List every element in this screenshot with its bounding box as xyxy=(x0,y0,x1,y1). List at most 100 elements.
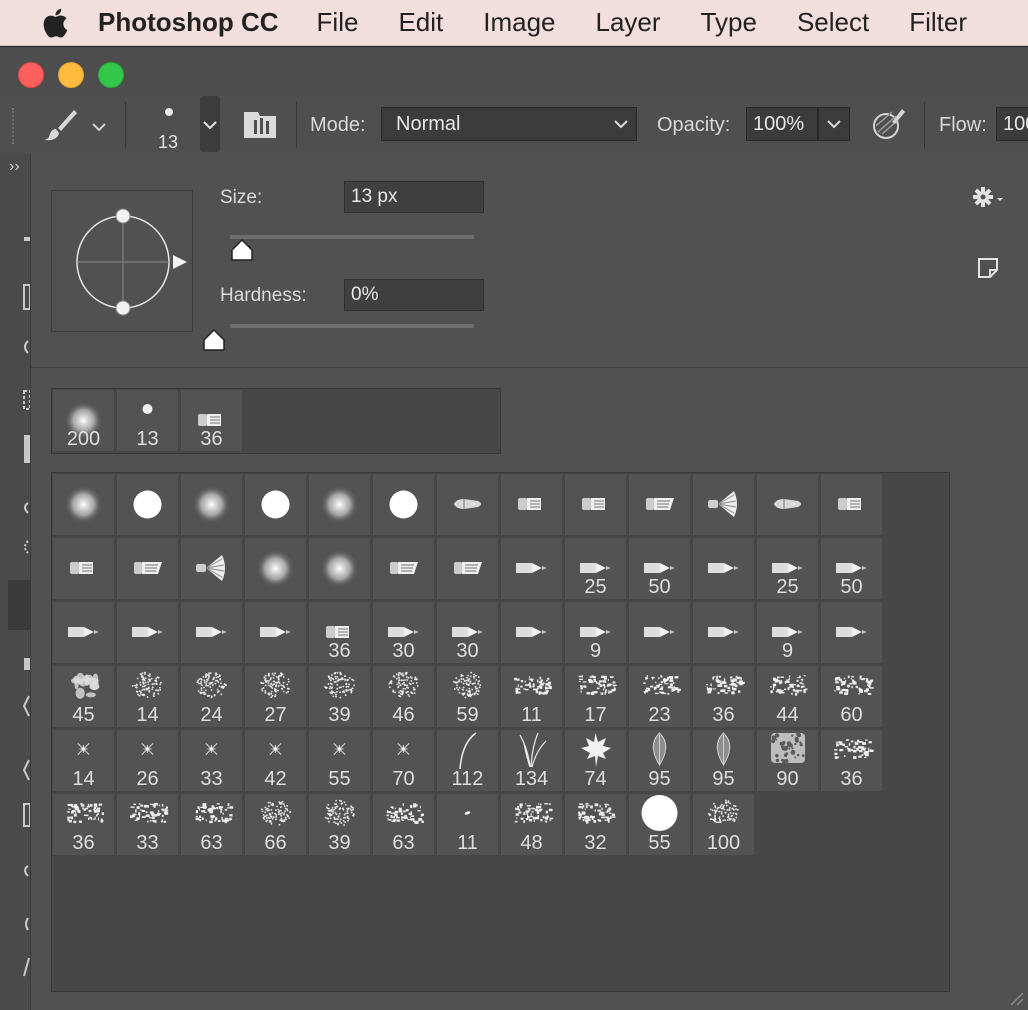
brush-preset[interactable] xyxy=(180,537,243,600)
brush-panel-toggle-icon[interactable] xyxy=(242,108,278,140)
brush-preset[interactable]: 30 xyxy=(372,601,435,664)
recent-brush-preset[interactable]: 200 xyxy=(52,389,115,452)
brush-preset[interactable]: 59 xyxy=(436,665,499,728)
brush-preset[interactable]: 39 xyxy=(308,665,371,728)
chevron-down-icon[interactable] xyxy=(92,122,106,132)
brush-tool-icon[interactable] xyxy=(42,108,78,142)
brush-preset[interactable] xyxy=(692,473,755,536)
brush-preset[interactable]: 50 xyxy=(820,537,883,600)
recent-brush-preset[interactable]: 13 xyxy=(116,389,179,452)
brush-preset[interactable]: 30 xyxy=(436,601,499,664)
brush-preset[interactable] xyxy=(116,601,179,664)
brush-preset[interactable]: 50 xyxy=(628,537,691,600)
brush-preset[interactable] xyxy=(500,537,563,600)
brush-preset[interactable] xyxy=(52,601,115,664)
menu-filter[interactable]: Filter xyxy=(909,7,967,38)
resize-grip-icon[interactable] xyxy=(1006,988,1024,1006)
menu-select[interactable]: Select xyxy=(797,7,869,38)
brush-angle-roundness-preview[interactable] xyxy=(51,190,193,332)
brush-preset[interactable]: 100 xyxy=(692,793,755,856)
menu-file[interactable]: File xyxy=(317,7,359,38)
brush-preset[interactable]: 42 xyxy=(244,729,307,792)
brush-preset[interactable]: 55 xyxy=(308,729,371,792)
new-preset-icon[interactable] xyxy=(977,257,999,279)
brush-preset[interactable] xyxy=(52,537,115,600)
menu-image[interactable]: Image xyxy=(483,7,555,38)
brush-preset[interactable] xyxy=(820,601,883,664)
brush-preset[interactable] xyxy=(628,601,691,664)
brush-preset[interactable]: 45 xyxy=(52,665,115,728)
size-slider-track[interactable] xyxy=(230,235,474,239)
hardness-input[interactable]: 0% xyxy=(344,279,484,311)
opacity-input[interactable]: 100% xyxy=(746,107,818,141)
brush-preset[interactable]: 23 xyxy=(628,665,691,728)
brush-preset[interactable]: 74 xyxy=(564,729,627,792)
toolbar-grip[interactable] xyxy=(12,108,18,144)
brush-preset[interactable]: 26 xyxy=(116,729,179,792)
size-input[interactable]: 13 px xyxy=(344,181,484,213)
brush-preset[interactable]: 9 xyxy=(564,601,627,664)
presets-scroll-gutter[interactable] xyxy=(885,473,949,991)
brush-preset[interactable] xyxy=(500,601,563,664)
brush-preset[interactable]: 14 xyxy=(52,729,115,792)
brush-preset[interactable]: 46 xyxy=(372,665,435,728)
brush-preset[interactable]: 27 xyxy=(244,665,307,728)
brush-preset[interactable]: 36 xyxy=(308,601,371,664)
brush-preset[interactable] xyxy=(500,473,563,536)
brush-preset[interactable]: 24 xyxy=(180,665,243,728)
brush-preset[interactable] xyxy=(436,473,499,536)
brush-preset[interactable] xyxy=(820,473,883,536)
mode-select[interactable]: Normal xyxy=(381,107,637,141)
brush-preset[interactable]: 25 xyxy=(564,537,627,600)
gear-icon[interactable] xyxy=(973,186,1007,208)
menu-edit[interactable]: Edit xyxy=(398,7,443,38)
expand-panel-icon[interactable]: ›› xyxy=(9,158,20,176)
brush-preset[interactable] xyxy=(308,537,371,600)
minimize-window-button[interactable] xyxy=(58,62,84,88)
brush-preset[interactable] xyxy=(756,473,819,536)
brush-preset[interactable]: 90 xyxy=(756,729,819,792)
brush-preset[interactable]: 63 xyxy=(372,793,435,856)
brush-preset[interactable] xyxy=(692,601,755,664)
menu-app-name[interactable]: Photoshop CC xyxy=(98,7,279,38)
brush-preset[interactable]: 39 xyxy=(308,793,371,856)
brush-preset[interactable]: 11 xyxy=(436,793,499,856)
brush-preset[interactable]: 33 xyxy=(116,793,179,856)
brush-angle-widget[interactable] xyxy=(52,191,194,333)
recent-brush-preset[interactable]: 36 xyxy=(180,389,243,452)
brush-preset[interactable]: 48 xyxy=(500,793,563,856)
brush-preset[interactable]: 32 xyxy=(564,793,627,856)
brush-preset[interactable]: 36 xyxy=(692,665,755,728)
menu-layer[interactable]: Layer xyxy=(596,7,661,38)
brush-preset[interactable]: 14 xyxy=(116,665,179,728)
brush-preset[interactable] xyxy=(52,473,115,536)
brush-preset-picker-button[interactable] xyxy=(200,96,220,152)
brush-preset[interactable] xyxy=(116,537,179,600)
brush-preset[interactable]: 17 xyxy=(564,665,627,728)
brush-preset[interactable]: 66 xyxy=(244,793,307,856)
brush-preset[interactable] xyxy=(372,473,435,536)
brush-preset[interactable]: 95 xyxy=(628,729,691,792)
brush-preset[interactable]: 60 xyxy=(820,665,883,728)
brush-preset[interactable]: 134 xyxy=(500,729,563,792)
brush-preset[interactable] xyxy=(436,537,499,600)
flow-input[interactable]: 100% xyxy=(996,107,1028,141)
brush-preset[interactable] xyxy=(180,473,243,536)
brush-preset[interactable] xyxy=(244,601,307,664)
brush-preset[interactable]: 33 xyxy=(180,729,243,792)
zoom-window-button[interactable] xyxy=(98,62,124,88)
brush-preset[interactable]: 70 xyxy=(372,729,435,792)
brush-preset[interactable]: 55 xyxy=(628,793,691,856)
hardness-slider-track[interactable] xyxy=(230,324,474,328)
menu-type[interactable]: Type xyxy=(701,7,757,38)
brush-preset[interactable]: 95 xyxy=(692,729,755,792)
brush-preset[interactable]: 112 xyxy=(436,729,499,792)
pressure-opacity-icon[interactable] xyxy=(870,106,906,140)
brush-preset[interactable]: 11 xyxy=(500,665,563,728)
brush-preset[interactable]: 63 xyxy=(180,793,243,856)
brush-preset[interactable]: 25 xyxy=(756,537,819,600)
apple-icon[interactable] xyxy=(40,8,70,38)
close-window-button[interactable] xyxy=(18,62,44,88)
brush-preset[interactable]: 36 xyxy=(52,793,115,856)
opacity-dropdown-button[interactable] xyxy=(818,107,850,141)
